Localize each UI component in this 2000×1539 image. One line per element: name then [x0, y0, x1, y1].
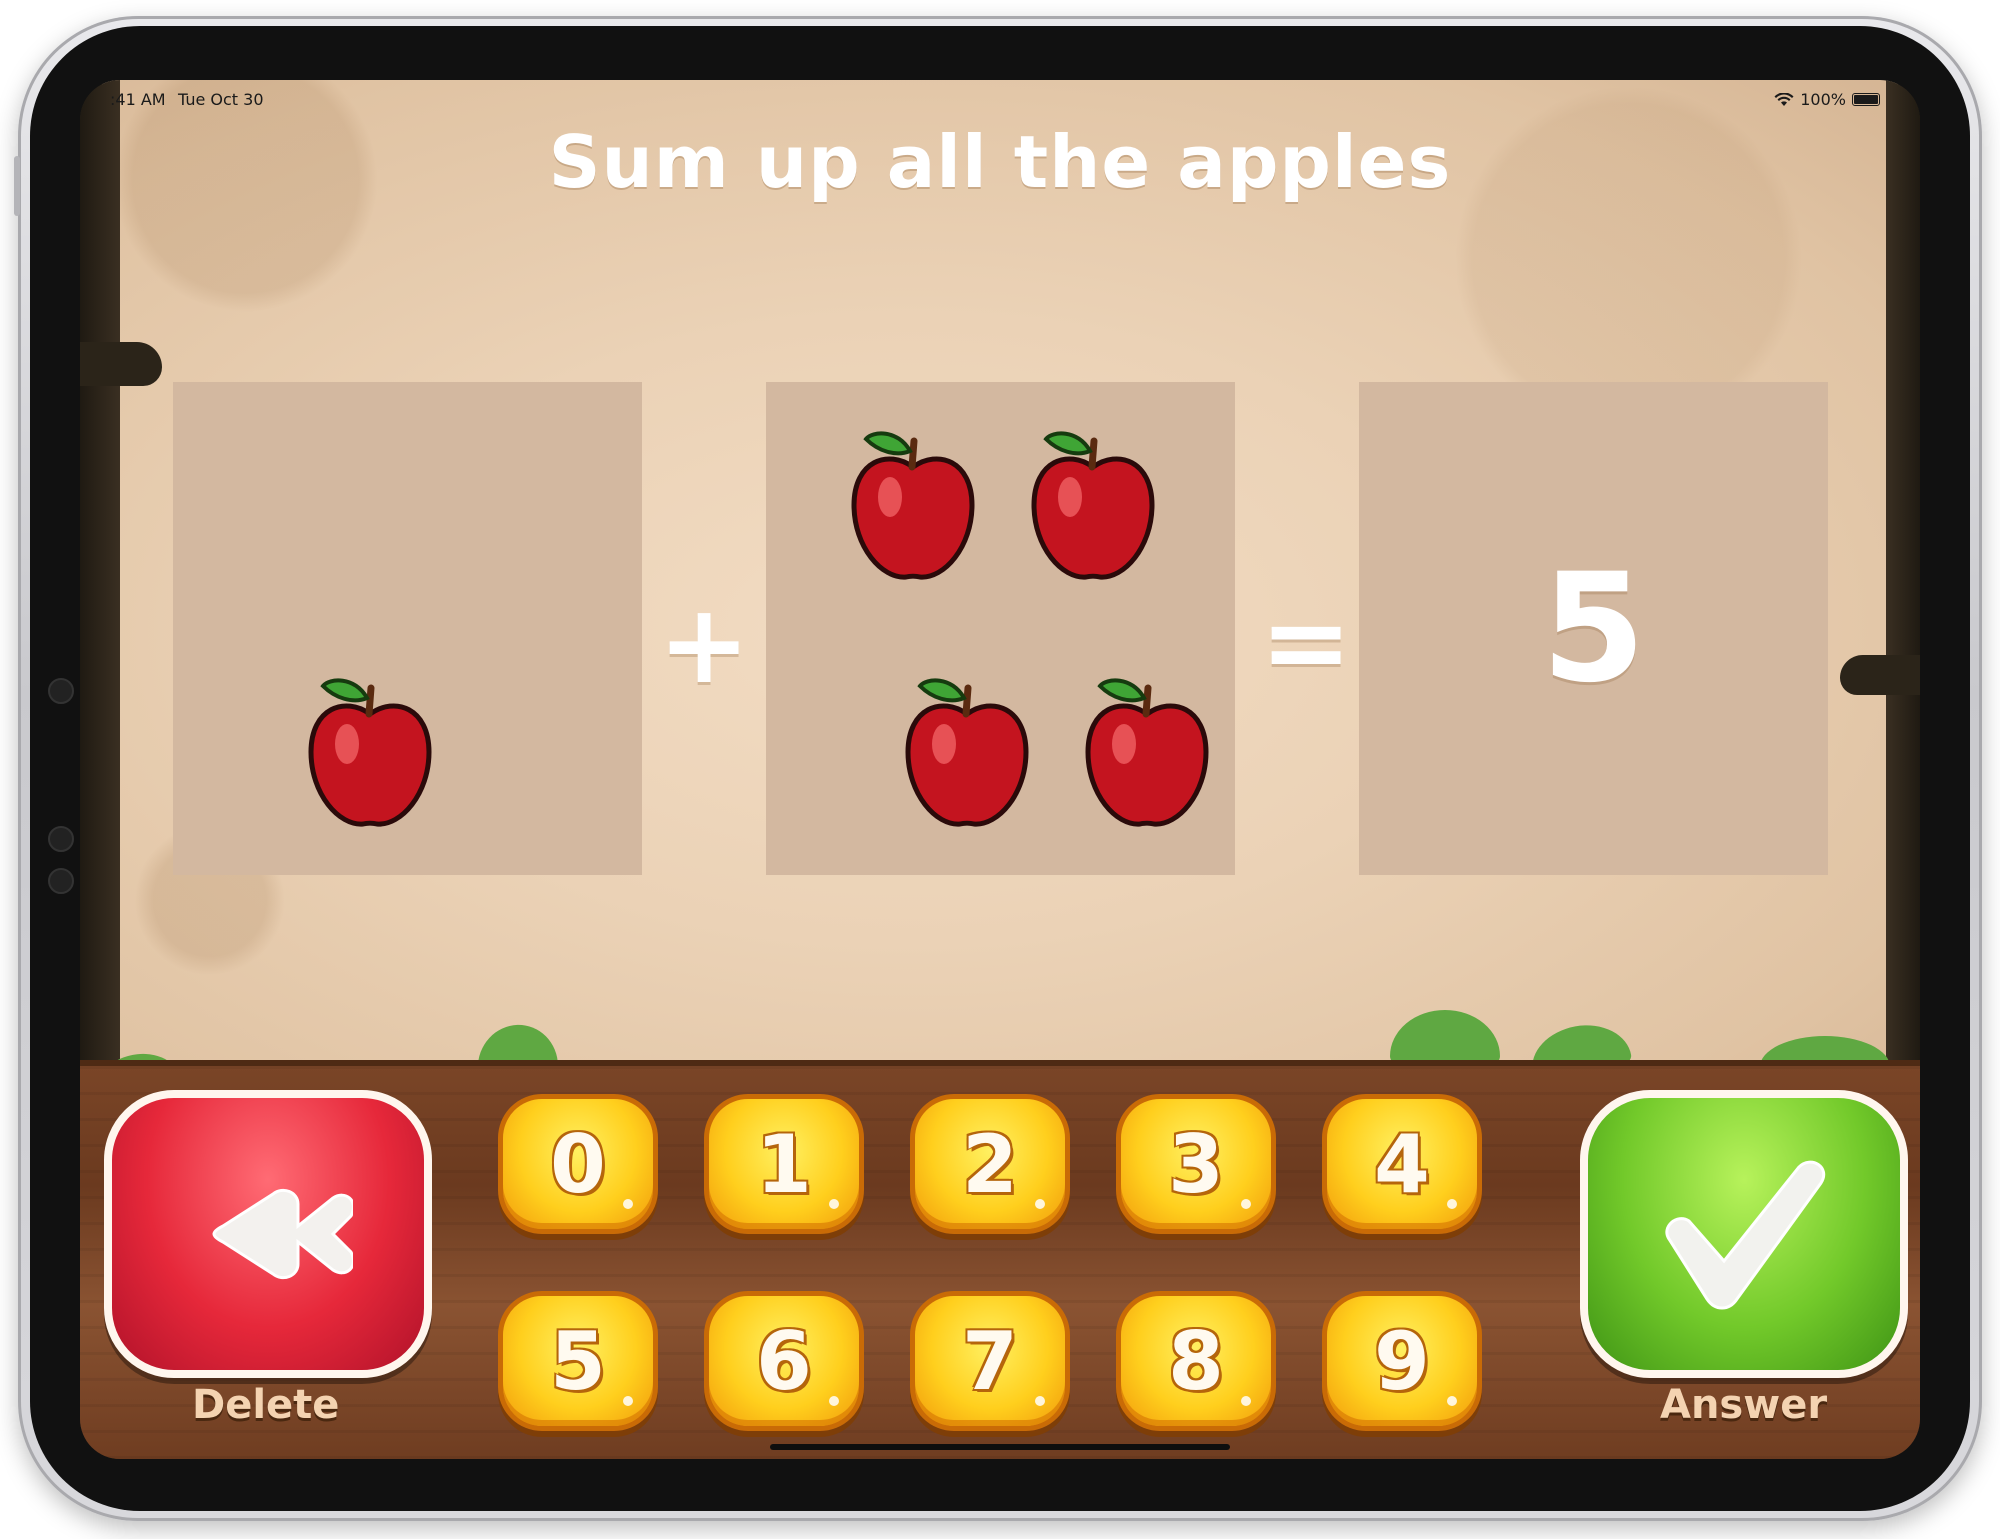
rewind-icon	[212, 1188, 353, 1280]
status-bar: :41 AM Tue Oct 30 100%	[80, 84, 1920, 114]
apple-icon	[905, 678, 1029, 827]
digit-button-4[interactable]: 4	[1322, 1094, 1482, 1234]
digit-button-5[interactable]: 5	[498, 1291, 658, 1431]
apple-icon	[851, 431, 975, 580]
equals-operator: =	[1260, 578, 1353, 706]
apple-icon	[1031, 431, 1155, 580]
plus-operator: +	[658, 580, 751, 708]
status-time: :41 AM	[110, 90, 166, 109]
digit-button-7[interactable]: 7	[910, 1291, 1070, 1431]
answer-button[interactable]	[1580, 1090, 1908, 1378]
answer-panel: 5	[1359, 382, 1828, 875]
wifi-icon	[1774, 92, 1794, 106]
delete-button[interactable]	[104, 1090, 432, 1378]
game-screen: :41 AM Tue Oct 30 100% Sum up all the ap…	[80, 80, 1920, 1459]
digit-button-0[interactable]: 0	[498, 1094, 658, 1234]
status-date: Tue Oct 30	[178, 90, 264, 109]
digit-button-8[interactable]: 8	[1116, 1291, 1276, 1431]
side-button-top	[14, 156, 20, 216]
sensor-icon	[48, 826, 74, 852]
battery-percent: 100%	[1800, 90, 1846, 109]
digit-button-3[interactable]: 3	[1116, 1094, 1276, 1234]
digit-button-9[interactable]: 9	[1322, 1291, 1482, 1431]
answer-value: 5	[1541, 542, 1646, 716]
checkmark-icon	[1665, 1160, 1825, 1310]
home-indicator[interactable]	[770, 1444, 1230, 1450]
branch-right	[1840, 655, 1920, 695]
tree-trunk-left	[80, 80, 120, 1080]
sensor-icon	[48, 868, 74, 894]
branch-left	[80, 342, 162, 386]
digit-button-6[interactable]: 6	[704, 1291, 864, 1431]
tree-trunk-right	[1886, 80, 1920, 1080]
game-title: Sum up all the apples	[548, 120, 1452, 204]
status-right: 100%	[1774, 90, 1880, 109]
digit-button-2[interactable]: 2	[910, 1094, 1070, 1234]
camera-icon	[48, 678, 74, 704]
battery-icon	[1852, 93, 1880, 106]
apple-icon	[308, 678, 432, 827]
apple-icon	[1085, 678, 1209, 827]
middle-apple-panel	[766, 382, 1235, 875]
delete-label: Delete	[192, 1382, 340, 1428]
answer-label: Answer	[1660, 1382, 1828, 1428]
left-apple-panel	[173, 382, 642, 875]
digit-button-1[interactable]: 1	[704, 1094, 864, 1234]
